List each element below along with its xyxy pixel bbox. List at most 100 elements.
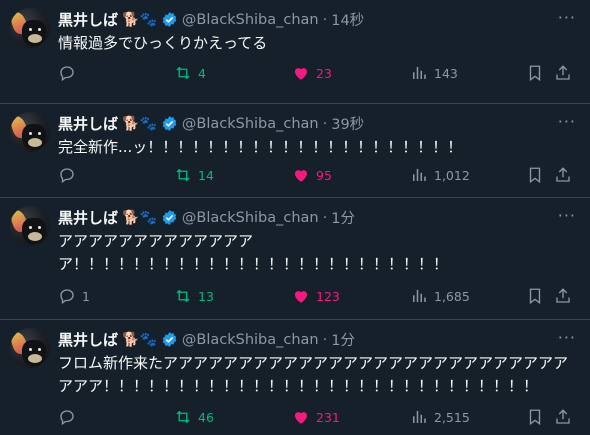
reply-button[interactable] [58,64,82,82]
like-count: 23 [316,65,332,81]
retweet-count: 13 [198,288,214,304]
share-button[interactable] [554,166,572,184]
tweet[interactable]: 黒井しば 🐕🐾 @BlackShiba_chan · 39秒 ··· 完全新作.… [0,104,590,198]
action-bar: 46 231 2,515 [58,408,578,428]
like-count: 231 [316,409,340,425]
share-button[interactable] [554,287,572,305]
avatar[interactable] [10,328,50,368]
bookmark-icon [529,288,541,305]
share-button[interactable] [554,64,572,82]
avatar[interactable] [10,112,50,152]
handle[interactable]: @BlackShiba_chan [182,12,319,28]
retweet-button[interactable]: 13 [174,287,214,305]
avatar[interactable] [10,8,50,48]
verified-badge-icon [162,116,177,131]
heart-icon [295,412,307,424]
retweet-button[interactable]: 46 [174,408,214,426]
avatar[interactable] [10,206,50,246]
reply-button[interactable] [58,166,82,184]
name-emoji: 🐕🐾 [122,209,157,226]
retweet-button[interactable]: 14 [174,166,214,184]
handle[interactable]: @BlackShiba_chan [182,332,319,348]
reply-icon [60,410,74,426]
tweet-header: 黒井しば 🐕🐾 @BlackShiba_chan · 39秒 [58,113,364,134]
separator-dot: · [322,11,328,28]
timestamp[interactable]: 39秒 [331,113,364,134]
timestamp[interactable]: 1分 [331,207,355,228]
separator-dot: · [322,331,328,348]
retweet-count: 14 [198,167,214,183]
more-icon[interactable]: ··· [558,328,576,347]
tweet-header: 黒井しば 🐕🐾 @BlackShiba_chan · 1分 [58,329,355,350]
tweet[interactable]: 黒井しば 🐕🐾 @BlackShiba_chan · 1分 ··· アアアアアア… [0,198,590,320]
views-icon [413,169,426,181]
like-button[interactable]: 123 [292,287,340,305]
tweet-text: 情報過多でひっくりかえってる [58,34,268,52]
more-icon[interactable]: ··· [558,8,576,27]
views-button[interactable]: 1,685 [410,287,470,305]
bookmark-button[interactable] [526,166,544,184]
like-count: 95 [316,167,332,183]
like-button[interactable]: 231 [292,408,340,426]
bookmark-button[interactable] [526,408,544,426]
retweet-button[interactable]: 4 [174,64,206,82]
like-count: 123 [316,288,340,304]
bookmark-icon [529,409,541,426]
like-button[interactable]: 95 [292,166,332,184]
views-button[interactable]: 1,012 [410,166,470,184]
timestamp[interactable]: 1分 [331,329,355,350]
heart-icon [295,68,307,80]
tweet-text: アアアアアアアアアアアアアア！！！！！！！！！！！！！！！！！！！！！！！！！ [58,232,449,273]
views-icon [413,290,426,302]
heart-icon [295,291,307,303]
reply-icon [60,168,74,184]
reply-count: 1 [82,288,90,304]
views-icon [413,67,426,79]
views-button[interactable]: 143 [410,64,458,82]
tweet[interactable]: 黒井しば 🐕🐾 @BlackShiba_chan · 1分 ··· フロム新作来… [0,320,590,435]
view-count: 1,685 [434,288,470,304]
reply-icon [60,66,74,82]
share-button[interactable] [554,408,572,426]
share-icon [556,288,570,303]
share-icon [556,409,570,424]
reply-button[interactable]: 1 [58,287,90,305]
like-button[interactable]: 23 [292,64,332,82]
reply-icon [60,289,74,305]
retweet-count: 46 [198,409,214,425]
display-name[interactable]: 黒井しば [58,207,118,228]
tweet[interactable]: 黒井しば 🐕🐾 @BlackShiba_chan · 14秒 ··· 情報過多で… [0,0,590,104]
tweet-text: 完全新作...ッ！！！！！！！！！！！！！！！！！！！！！ [58,138,463,156]
name-emoji: 🐕🐾 [122,11,157,28]
more-icon[interactable]: ··· [558,206,576,225]
bookmark-button[interactable] [526,287,544,305]
share-icon [556,65,570,80]
retweet-icon [176,410,190,424]
timeline: 黒井しば 🐕🐾 @BlackShiba_chan · 14秒 ··· 情報過多で… [0,0,590,435]
display-name[interactable]: 黒井しば [58,113,118,134]
verified-badge-icon [162,332,177,347]
bookmark-icon [529,167,541,184]
heart-icon [295,170,307,182]
name-emoji: 🐕🐾 [122,115,157,132]
verified-badge-icon [162,210,177,225]
verified-badge-icon [162,12,177,27]
action-bar: 1 13 123 1,685 [58,287,578,307]
view-count: 1,012 [434,167,470,183]
handle[interactable]: @BlackShiba_chan [182,116,319,132]
retweet-icon [176,168,190,182]
handle[interactable]: @BlackShiba_chan [182,210,319,226]
retweet-icon [176,289,190,303]
timestamp[interactable]: 14秒 [331,9,364,30]
views-button[interactable]: 2,515 [410,408,470,426]
display-name[interactable]: 黒井しば [58,9,118,30]
bookmark-button[interactable] [526,64,544,82]
reply-button[interactable] [58,408,82,426]
retweet-icon [176,66,190,80]
display-name[interactable]: 黒井しば [58,329,118,350]
action-bar: 14 95 1,012 [58,166,578,186]
more-icon[interactable]: ··· [558,112,576,131]
tweet-text: フロム新作来たアアアアアアアアアアアアアアアアアアアアアアアアアアアアアア！！！… [58,354,569,395]
name-emoji: 🐕🐾 [122,331,157,348]
tweet-header: 黒井しば 🐕🐾 @BlackShiba_chan · 1分 [58,207,355,228]
